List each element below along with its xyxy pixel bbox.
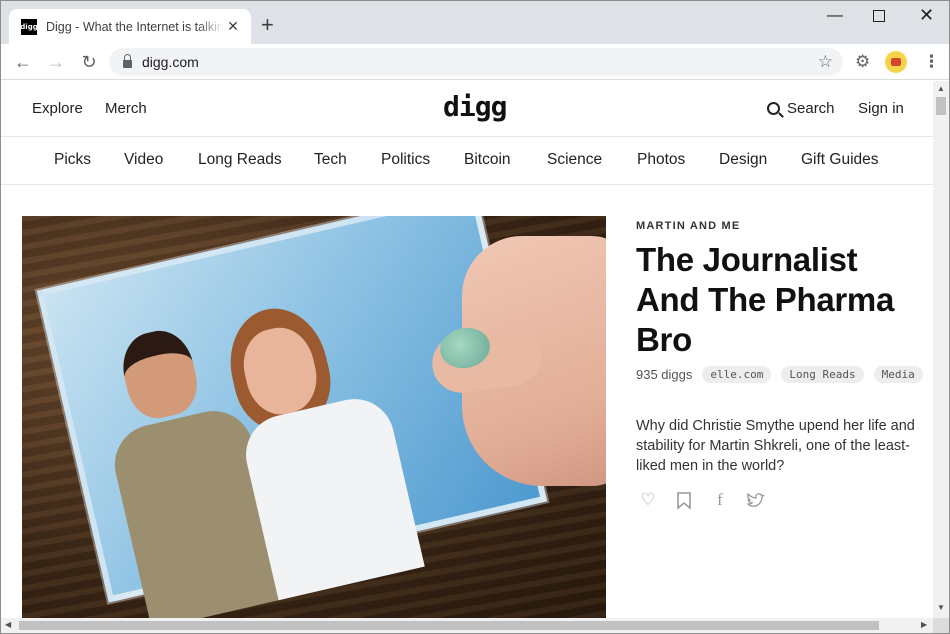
forward-arrow-icon[interactable]: →	[44, 50, 68, 74]
close-tab-icon[interactable]: ✕	[225, 18, 241, 35]
category-politics[interactable]: Politics	[381, 151, 430, 169]
tag-media[interactable]: Media	[873, 366, 923, 383]
lock-icon	[123, 54, 132, 68]
story-headline[interactable]: The Journalist And The Pharma Bro	[636, 240, 926, 360]
scroll-down-icon[interactable]: ▼	[937, 603, 945, 612]
tag-long-reads[interactable]: Long Reads	[781, 366, 864, 383]
browser-tab[interactable]: digg Digg - What the Internet is talking…	[9, 9, 251, 44]
back-arrow-icon[interactable]: ←	[11, 50, 35, 74]
tag-source[interactable]: elle.com	[702, 366, 772, 383]
heart-icon[interactable]: ♡	[638, 490, 658, 510]
search-button[interactable]: Search	[767, 100, 835, 117]
page-viewport: Explore Merch digg Search Sign in Picks …	[1, 81, 933, 618]
story-kicker: MARTIN AND ME	[636, 220, 741, 232]
bookmark-icon[interactable]	[674, 490, 694, 510]
minimize-icon[interactable]: —	[827, 7, 843, 25]
scroll-up-icon[interactable]: ▲	[937, 84, 945, 93]
category-picks[interactable]: Picks	[54, 151, 91, 169]
category-photos[interactable]: Photos	[637, 151, 685, 169]
digg-logo[interactable]: digg	[443, 92, 507, 122]
twitter-icon[interactable]	[746, 490, 766, 510]
category-gift-guides[interactable]: Gift Guides	[801, 151, 879, 169]
address-bar[interactable]: digg.com ☆	[109, 48, 843, 76]
category-tech[interactable]: Tech	[314, 151, 347, 169]
scroll-right-icon[interactable]: ▶	[921, 620, 927, 629]
new-tab-button[interactable]: +	[261, 14, 274, 36]
maximize-icon[interactable]	[873, 10, 885, 22]
story-actions: ♡ f	[638, 490, 766, 510]
merch-link[interactable]: Merch	[105, 100, 147, 117]
extensions-puzzle-icon[interactable]: ⚙	[855, 52, 870, 72]
digg-favicon-icon: digg	[20, 18, 38, 35]
category-video[interactable]: Video	[124, 151, 163, 169]
bookmark-star-icon[interactable]: ☆	[818, 52, 833, 72]
category-design[interactable]: Design	[719, 151, 767, 169]
search-label: Search	[787, 100, 835, 117]
profile-avatar[interactable]	[885, 51, 907, 73]
explore-link[interactable]: Explore	[32, 100, 83, 117]
story-description: Why did Christie Smythe upend her life a…	[636, 418, 915, 474]
vertical-scrollbar[interactable]: ▲ ▼	[933, 81, 949, 618]
browser-toolbar: ← → ↻ digg.com ☆ ⚙ ⋮	[1, 44, 949, 80]
story-hero-image[interactable]	[22, 216, 606, 618]
reload-icon[interactable]: ↻	[77, 50, 101, 74]
tab-title: Digg - What the Internet is talking abou…	[46, 19, 224, 34]
site-header: Explore Merch digg Search Sign in	[1, 81, 933, 137]
sign-in-link[interactable]: Sign in	[858, 100, 904, 117]
horizontal-scroll-thumb[interactable]	[19, 621, 879, 630]
category-nav: Picks Video Long Reads Tech Politics Bit…	[1, 137, 933, 185]
story-meta: 935 diggs elle.com Long Reads Media	[636, 366, 926, 383]
kebab-menu-icon[interactable]: ⋮	[923, 52, 940, 72]
browser-window: digg Digg - What the Internet is talking…	[0, 0, 950, 634]
category-science[interactable]: Science	[547, 151, 602, 169]
close-window-icon[interactable]: ✕	[919, 5, 934, 26]
search-icon	[767, 102, 780, 115]
facebook-icon[interactable]: f	[710, 490, 730, 510]
scroll-left-icon[interactable]: ◀	[5, 620, 11, 629]
category-bitcoin[interactable]: Bitcoin	[464, 151, 511, 169]
vertical-scroll-thumb[interactable]	[936, 97, 946, 115]
digg-count: 935 diggs	[636, 367, 693, 382]
horizontal-scrollbar[interactable]: ◀ ▶	[1, 618, 933, 633]
category-long-reads[interactable]: Long Reads	[198, 151, 282, 169]
tab-strip: digg Digg - What the Internet is talking…	[1, 1, 949, 44]
scrollbar-corner	[933, 618, 949, 633]
url-text: digg.com	[142, 54, 199, 70]
